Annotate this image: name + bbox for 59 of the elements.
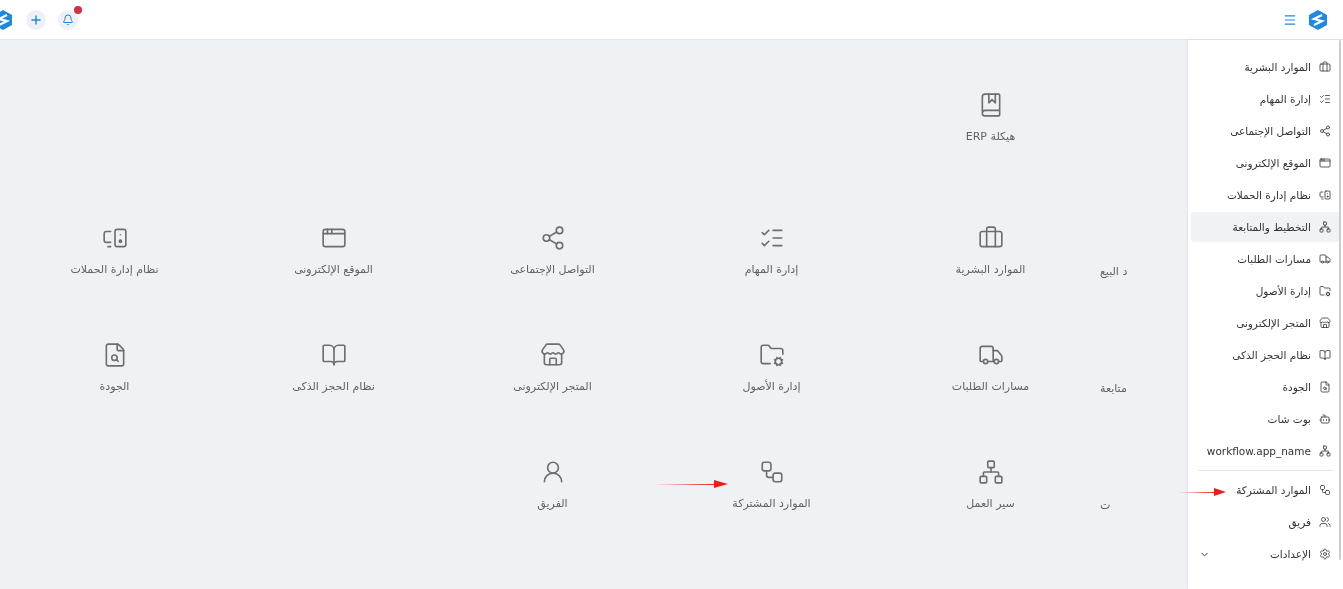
- sidebar-item[interactable]: فريق: [1191, 507, 1339, 537]
- app-label: ت: [1100, 499, 1111, 512]
- app-tile[interactable]: سير العمل: [881, 459, 1100, 576]
- app-icon: [758, 459, 785, 485]
- app-tile[interactable]: إدارة الأصول: [662, 342, 881, 459]
- app-tile[interactable]: مسارات الطلبات: [881, 342, 1100, 459]
- sidebar-item[interactable]: نظام الحجز الذكى: [1191, 340, 1339, 370]
- sidebar-item-icon: [1319, 484, 1331, 496]
- menu-button[interactable]: [1283, 12, 1297, 27]
- sidebar-item[interactable]: workflow.app_name: [1191, 436, 1339, 466]
- sidebar-item[interactable]: إدارة الأصول: [1191, 276, 1339, 306]
- sidebar-item-icon: [1319, 61, 1331, 73]
- sidebar-item-icon: [1319, 93, 1331, 105]
- sidebar-item[interactable]: التواصل الإجتماعى: [1191, 116, 1339, 146]
- sidebar-item-icon: [1319, 189, 1331, 201]
- sidebar-item[interactable]: التخطيط والمتابعة: [1191, 212, 1339, 242]
- logo-icon: [1307, 8, 1329, 31]
- sidebar-item-icon: [1319, 317, 1331, 329]
- sidebar-item[interactable]: المتجر الإلكترونى: [1191, 308, 1339, 338]
- sidebar-item[interactable]: بوت شات: [1191, 404, 1339, 434]
- app-label: د البيع: [1100, 265, 1128, 278]
- app-tile[interactable]: نظام إدارة الحملات: [5, 225, 224, 342]
- app-tile[interactable]: المتجر الإلكترونى: [443, 342, 662, 459]
- app-tile[interactable]: الفريق: [443, 459, 662, 576]
- app-tile[interactable]: التواصل الإجتماعى: [443, 225, 662, 342]
- sidebar-item[interactable]: الإعدادات: [1191, 539, 1339, 569]
- app-tile[interactable]: نظام الحجز الذكى: [224, 342, 443, 459]
- sidebar-item-icon: [1319, 445, 1331, 457]
- app-tile[interactable]: الموارد البشرية: [881, 225, 1100, 342]
- sidebar-item[interactable]: إدارة المهام: [1191, 84, 1339, 114]
- sidebar-item-icon: [1319, 125, 1331, 137]
- sidebar-item-icon: [1319, 221, 1331, 233]
- app-tile[interactable]: الجودة: [5, 342, 224, 459]
- app-tile[interactable]: إدارة المهام: [662, 225, 881, 342]
- sidebar-item-icon: [1319, 157, 1331, 169]
- plus-icon: [29, 12, 43, 27]
- app-icon: [320, 342, 347, 368]
- sidebar-item[interactable]: نظام إدارة الحملات: [1191, 180, 1339, 210]
- sidebar-item-icon: [1319, 516, 1331, 528]
- sidebar-item[interactable]: الموقع الإلكترونى: [1191, 148, 1339, 178]
- sidebar-item-icon: [1319, 253, 1331, 265]
- sidebar-item[interactable]: مسارات الطلبات: [1191, 244, 1339, 274]
- sidebar-item-icon: [1319, 548, 1331, 560]
- app-icon: [539, 342, 566, 368]
- app-tile[interactable]: هيكلة ERP: [881, 92, 1100, 209]
- sidebar-item[interactable]: الموارد البشرية: [1191, 52, 1339, 82]
- sidebar-item-icon: [1319, 381, 1331, 393]
- sidebar-item-icon: [1319, 285, 1331, 297]
- add-button[interactable]: [26, 9, 46, 30]
- bell-icon: [62, 13, 74, 26]
- app-label: متابعة: [1100, 382, 1127, 395]
- sidebar-item[interactable]: الجودة: [1191, 372, 1339, 402]
- sidebar-item-icon: [1319, 413, 1331, 425]
- app-tile[interactable]: الموارد المشتركة: [662, 459, 881, 576]
- app-tile[interactable]: الموقع الإلكترونى: [224, 225, 443, 342]
- sidebar-item-icon: [1319, 349, 1331, 361]
- app-icon: [758, 342, 785, 368]
- app-icon: [977, 459, 1004, 485]
- sidebar-item[interactable]: الموارد المشتركة: [1191, 475, 1339, 505]
